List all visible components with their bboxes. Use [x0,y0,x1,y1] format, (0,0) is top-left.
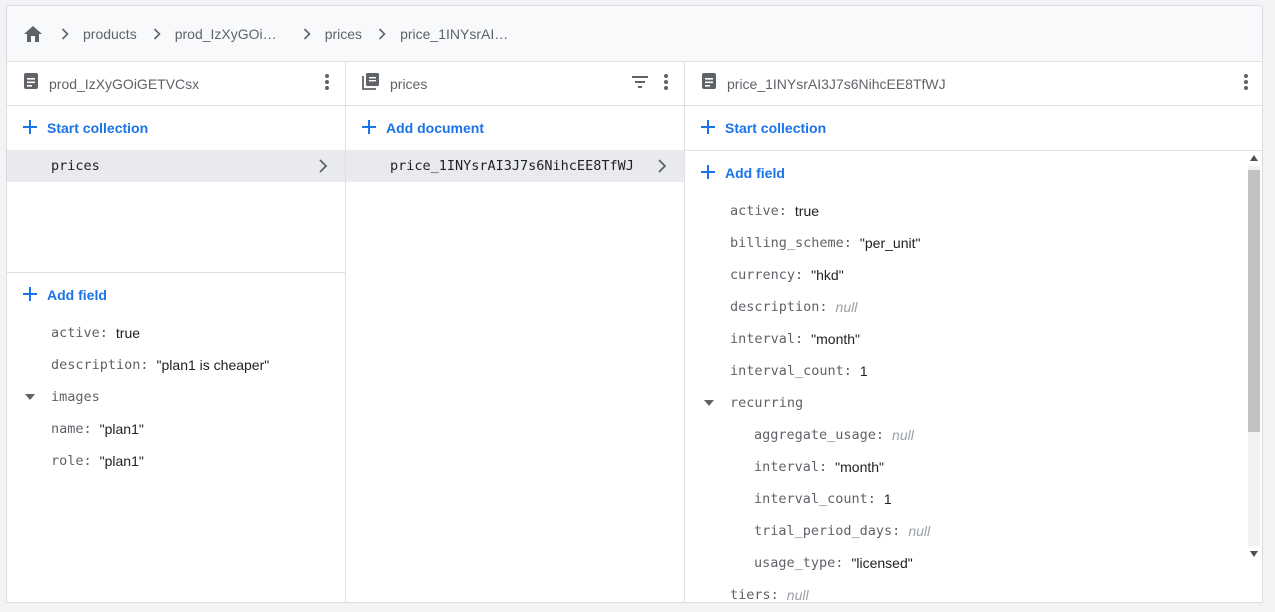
start-collection-label: Start collection [725,120,827,136]
home-icon[interactable] [21,22,45,46]
breadcrumb-item-prices[interactable]: prices [325,26,362,42]
panel-title: prices [390,75,428,92]
panel-title: prod_IzXyGOiGETVCsx [49,75,200,92]
field-usage-type[interactable]: usage_type: "licensed" [754,547,1262,579]
chevron-right-icon [145,22,169,46]
field-aggregate-usage[interactable]: aggregate_usage: null [754,419,1262,451]
chevron-right-icon [311,154,335,182]
field-recurring-interval-count[interactable]: interval_count: 1 [754,483,1262,515]
breadcrumb-item-product[interactable]: prod_IzXyGOiGETVCsx [175,26,287,42]
arrow-drop-down-icon[interactable] [23,394,51,400]
scrollbar-thumb[interactable] [1248,170,1260,432]
chevron-right-icon [370,22,394,46]
document-item[interactable]: price_1INYsrAI3J7s6NihcEE8TfWJ [346,150,684,182]
document-icon [701,72,717,95]
plus-icon [362,119,376,137]
field-description[interactable]: description: "plan1 is cheaper" [51,349,345,381]
scroll-up-arrow-icon[interactable] [1248,152,1260,164]
firestore-data-viewer: products prod_IzXyGOiGETVCsx prices pric… [6,5,1263,603]
filter-icon[interactable] [630,72,650,97]
add-field-button[interactable]: Add field [7,273,345,317]
more-vert-icon[interactable] [656,72,676,97]
arrow-drop-down-icon[interactable] [702,400,730,406]
field-interval[interactable]: interval: "month" [730,323,1262,355]
field-list: active: true description: "plan1 is chea… [7,317,345,477]
collection-panel: prices Add document price_1INYsrAI3J7s6N… [346,62,685,602]
more-vert-icon[interactable] [317,72,337,97]
add-document-button[interactable]: Add document [346,106,684,150]
panel-header: price_1INYsrAI3J7s6NihcEE8TfWJ [685,62,1262,106]
chevron-right-icon [53,22,77,46]
field-recurring[interactable]: recurring [702,387,1262,419]
start-collection-label: Start collection [47,120,149,136]
field-billing-scheme[interactable]: billing_scheme: "per_unit" [730,227,1262,259]
breadcrumb: products prod_IzXyGOiGETVCsx prices pric… [7,6,1262,62]
start-collection-button[interactable]: Start collection [7,106,345,150]
document-detail-panel: price_1INYsrAI3J7s6NihcEE8TfWJ Start col… [685,62,1262,602]
field-name[interactable]: name: "plan1" [51,413,345,445]
field-list: active: true billing_scheme: "per_unit" … [685,195,1262,602]
panel-title: price_1INYsrAI3J7s6NihcEE8TfWJ [727,75,946,92]
add-field-label: Add field [47,287,107,303]
field-images[interactable]: images [23,381,345,413]
document-panel: prod_IzXyGOiGETVCsx Start collection pri… [7,62,346,602]
field-trial-period-days[interactable]: trial_period_days: null [754,515,1262,547]
plus-icon [701,119,715,137]
field-currency[interactable]: currency: "hkd" [730,259,1262,291]
panel-header: prices [346,62,684,106]
document-icon [23,72,39,95]
chevron-right-icon [650,154,674,182]
field-interval-count[interactable]: interval_count: 1 [730,355,1262,387]
panel-header: prod_IzXyGOiGETVCsx [7,62,345,106]
plus-icon [23,119,37,137]
breadcrumb-item-products[interactable]: products [83,26,137,42]
add-field-label: Add field [725,165,785,181]
field-role[interactable]: role: "plan1" [51,445,345,477]
more-vert-icon[interactable] [1236,72,1256,97]
vertical-scrollbar[interactable] [1246,152,1260,560]
document-item-label: price_1INYsrAI3J7s6NihcEE8TfWJ [390,158,634,174]
recurring-children: aggregate_usage: null interval: "month" … [730,419,1262,579]
collection-icon [362,72,380,95]
field-active[interactable]: active: true [51,317,345,349]
add-document-label: Add document [386,120,484,136]
chevron-right-icon [295,22,319,46]
field-description[interactable]: description: null [730,291,1262,323]
field-recurring-interval[interactable]: interval: "month" [754,451,1262,483]
collection-item-prices[interactable]: prices [7,150,345,182]
plus-icon [701,164,715,182]
add-field-button[interactable]: Add field [685,151,1262,195]
plus-icon [23,286,37,304]
scroll-down-arrow-icon[interactable] [1248,548,1260,560]
start-collection-button[interactable]: Start collection [685,106,1262,150]
breadcrumb-item-price[interactable]: price_1INYsrAI3J7s6NihcEE8TfWJ [400,26,512,42]
field-tiers[interactable]: tiers: null [730,579,1262,602]
collection-item-label: prices [51,158,100,174]
field-active[interactable]: active: true [730,195,1262,227]
